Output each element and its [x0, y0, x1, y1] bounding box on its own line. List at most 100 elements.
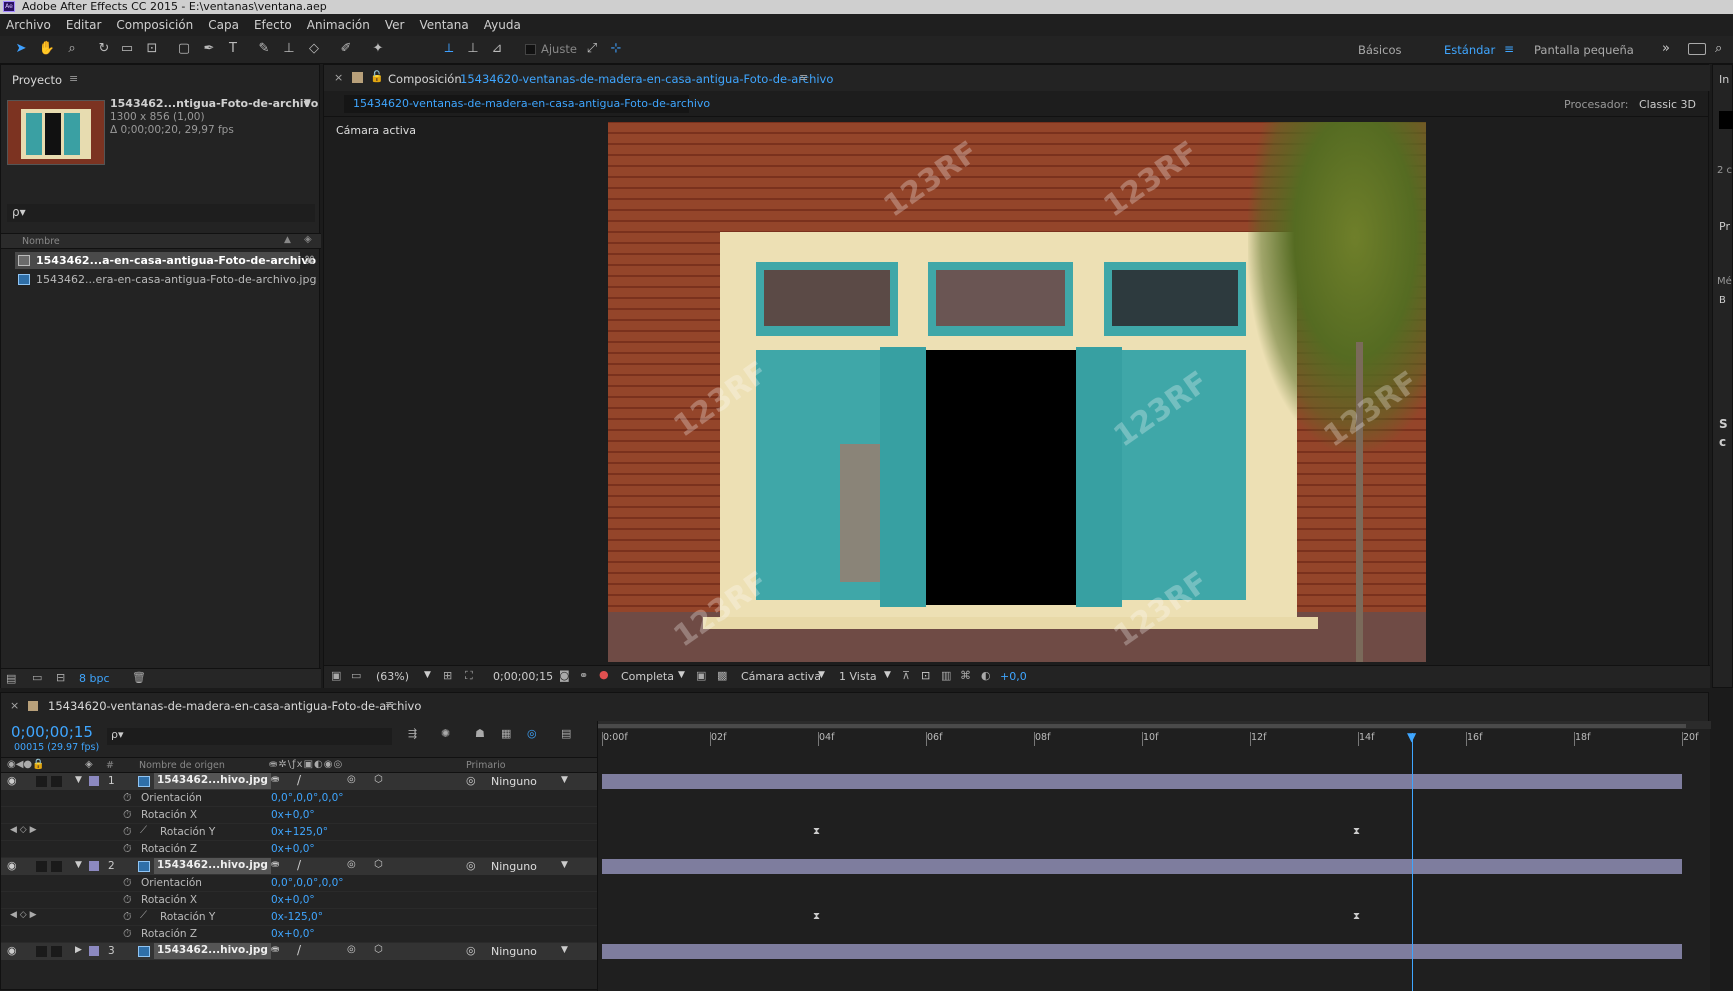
hand-tool-icon[interactable]: ✋: [38, 40, 56, 58]
menu-ayuda[interactable]: Ayuda: [484, 18, 521, 32]
panel-menu-icon[interactable]: ≡: [799, 71, 808, 84]
stopwatch-icon[interactable]: ⏱: [123, 842, 132, 856]
project-panel-title[interactable]: Proyecto: [12, 73, 62, 87]
camera-tool-icon[interactable]: ▭: [118, 40, 136, 58]
stopwatch-icon[interactable]: ⏱: [123, 927, 132, 941]
toggle-pixel-aspect-icon[interactable]: ⊼: [902, 669, 910, 682]
menu-ver[interactable]: Ver: [385, 18, 405, 32]
workspace-basicos[interactable]: Básicos: [1358, 36, 1401, 64]
dropdown-arrow-icon[interactable]: ▼: [424, 670, 431, 680]
menu-capa[interactable]: Capa: [208, 18, 239, 32]
label-color-swatch[interactable]: [28, 701, 38, 711]
composition-viewer[interactable]: 123RF 123RF 123RF 123RF 123RF 123RF 123R…: [608, 122, 1426, 662]
puppet-tool-icon[interactable]: ✦: [369, 40, 387, 58]
snapshot-icon[interactable]: ◙: [559, 669, 570, 682]
property-value[interactable]: 0x+0,0°: [271, 894, 315, 906]
keyframe-icon[interactable]: ⧗: [813, 912, 823, 922]
sort-ascending-icon[interactable]: ▲: [284, 235, 291, 245]
transparency-grid-icon[interactable]: ▩: [717, 669, 727, 682]
dropdown-arrow-icon[interactable]: ▼: [884, 670, 891, 680]
menu-animacion[interactable]: Animación: [307, 18, 370, 32]
twirl-down-icon[interactable]: ▼: [75, 860, 82, 870]
bit-depth-button[interactable]: 8 bpc: [79, 672, 110, 685]
grid-guides-icon[interactable]: ⊞: [443, 669, 452, 682]
frame-blending-icon[interactable]: ▦: [501, 727, 511, 740]
parent-dropdown[interactable]: Ninguno: [491, 775, 537, 788]
label-color-swatch[interactable]: [89, 776, 99, 786]
stopwatch-icon[interactable]: ⏱: [123, 910, 132, 924]
solo-toggle[interactable]: [51, 776, 62, 787]
timeline-icon[interactable]: ▥: [941, 669, 951, 682]
menu-efecto[interactable]: Efecto: [254, 18, 292, 32]
layer-name[interactable]: 1543462...hivo.jpg: [154, 773, 271, 789]
composition-name[interactable]: 15434620-ventanas-de-madera-en-casa-anti…: [460, 72, 833, 86]
stopwatch-icon[interactable]: ⏱: [123, 791, 132, 805]
parent-dropdown[interactable]: Ninguno: [491, 945, 537, 958]
new-folder-icon[interactable]: ▭: [32, 671, 42, 684]
flowchart-icon[interactable]: ⌘: [304, 254, 315, 267]
channels-icon[interactable]: ●: [599, 668, 609, 681]
layer-row[interactable]: ◉ ▼ 1 1543462...hivo.jpg ⛂ / ◎ ⬡ ◎ Ningu…: [1, 773, 597, 790]
keyframe-icon[interactable]: ⧗: [1353, 912, 1363, 922]
switches-header-icons[interactable]: ⛂✲\ƒx▣◐◉◎: [269, 759, 343, 770]
stopwatch-icon[interactable]: ⏱: [123, 808, 132, 822]
3d-layer-switch-icon[interactable]: ⬡: [374, 774, 383, 785]
shy-layers-icon[interactable]: ☗: [475, 727, 485, 740]
workspace-pantalla-pequena[interactable]: Pantalla pequeña: [1534, 36, 1634, 64]
search-help-icon[interactable]: ⌕: [1715, 41, 1722, 56]
zoom-tool-icon[interactable]: ⌕: [63, 40, 81, 58]
eye-visibility-icon[interactable]: ◉: [7, 944, 17, 957]
graph-icon[interactable]: ⟋: [140, 910, 147, 921]
view-layout-dropdown[interactable]: 1 Vista: [839, 670, 877, 683]
close-panel-icon[interactable]: ×: [10, 699, 19, 712]
item-dropdown-icon[interactable]: ▼: [304, 98, 311, 108]
menu-ventana[interactable]: Ventana: [419, 18, 468, 32]
layer-row[interactable]: ◉ ▶ 3 1543462...hivo.jpg ⛂ / ◎ ⬡ ◎ Ningu…: [1, 943, 597, 960]
playhead[interactable]: [1412, 733, 1413, 991]
parent-header[interactable]: Primario: [466, 760, 506, 771]
time-ruler[interactable]: 0:00f 02f 04f 06f 08f 10f 12f 14f 16f 18f 20f: [598, 729, 1711, 756]
composition-tab[interactable]: 15434620-ventanas-de-madera-en-casa-anti…: [344, 95, 710, 113]
selection-tool-icon[interactable]: ➤: [12, 40, 30, 58]
info-tab-label[interactable]: In: [1719, 73, 1729, 86]
panel-menu-icon[interactable]: ≡: [69, 72, 78, 85]
project-list-item-composition[interactable]: 1543462...a-en-casa-antigua-Foto-de-arch…: [15, 252, 316, 269]
rotate-tool-icon[interactable]: ↻: [95, 40, 113, 58]
label-color-swatch[interactable]: [89, 946, 99, 956]
project-search-input[interactable]: ρ▾: [7, 204, 315, 222]
brush-tool-icon[interactable]: ✎: [255, 40, 273, 58]
quality-switch-icon[interactable]: /: [297, 943, 301, 957]
3d-layer-switch-icon[interactable]: ⬡: [374, 859, 383, 870]
magnification-dropdown[interactable]: (63%): [376, 670, 409, 683]
solo-toggle[interactable]: [51, 861, 62, 872]
label-color-swatch[interactable]: [89, 861, 99, 871]
parent-pickwhip-icon[interactable]: ◎: [466, 859, 476, 872]
cc-libraries-icon[interactable]: [1688, 43, 1706, 55]
motion-blur-switch-icon[interactable]: ◎: [347, 944, 356, 955]
interpret-footage-icon[interactable]: ▤: [6, 672, 16, 685]
audio-toggle[interactable]: [36, 776, 47, 787]
property-value[interactable]: 0,0°,0,0°,0,0°: [271, 877, 344, 889]
more-workspaces-icon[interactable]: »: [1662, 41, 1670, 56]
menu-composicion[interactable]: Composición: [116, 18, 193, 32]
panel-menu-icon[interactable]: ≡: [385, 698, 394, 711]
property-value[interactable]: 0x-125,0°: [271, 911, 323, 923]
layer-name[interactable]: 1543462...hivo.jpg: [154, 858, 271, 874]
view-axis-icon[interactable]: ⊿: [488, 40, 506, 58]
keyframe-icon[interactable]: ⧗: [1353, 827, 1363, 837]
pan-behind-tool-icon[interactable]: ⊡: [143, 40, 161, 58]
flowchart-icon[interactable]: ⌘: [960, 669, 971, 682]
eraser-tool-icon[interactable]: ◇: [305, 40, 323, 58]
column-name-header[interactable]: Nombre: [22, 236, 60, 247]
reset-exposure-icon[interactable]: ◐: [981, 669, 991, 682]
audio-toggle[interactable]: [36, 946, 47, 957]
label-color-swatch[interactable]: [352, 72, 363, 83]
property-value[interactable]: 0x+0,0°: [271, 928, 315, 940]
quality-switch-icon[interactable]: /: [297, 773, 301, 787]
snap-checkbox[interactable]: [525, 44, 536, 55]
pen-tool-icon[interactable]: ✒: [200, 40, 218, 58]
stopwatch-icon[interactable]: ⏱: [123, 876, 132, 890]
workspace-menu-icon[interactable]: ≡: [1504, 42, 1514, 56]
snap-edges-icon[interactable]: ⤢: [583, 40, 601, 58]
parent-pickwhip-icon[interactable]: ◎: [466, 774, 476, 787]
